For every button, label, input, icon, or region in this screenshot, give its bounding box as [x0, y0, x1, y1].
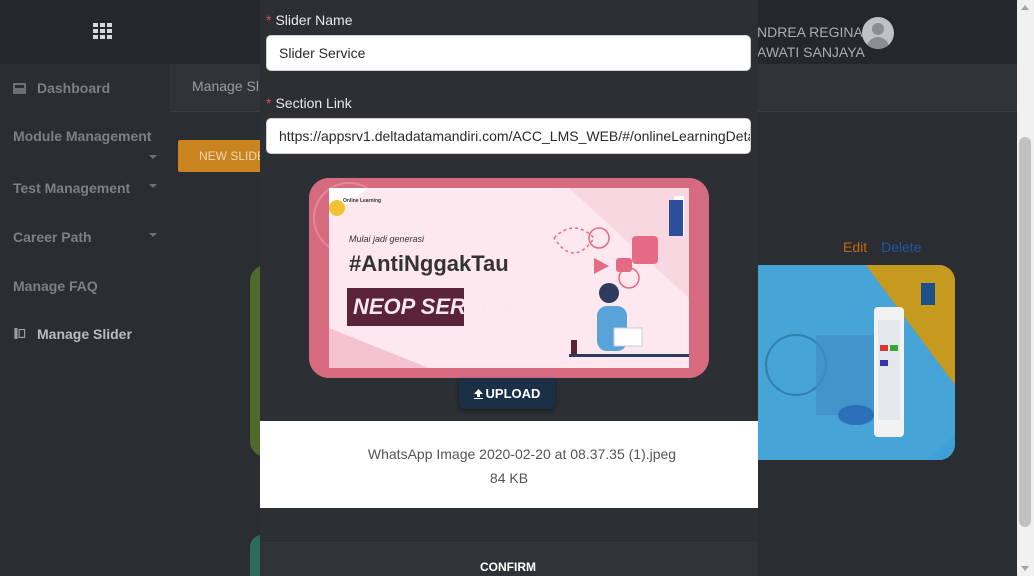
user-name[interactable]: NDREA REGINA AWATI SANJAYA — [757, 22, 865, 62]
preview-banner: NEOP SERVICE — [353, 294, 518, 319]
required-mark: * — [266, 12, 272, 28]
chevron-down-icon — [149, 184, 157, 188]
slider-image-preview: Online Learning Mulai jadi generasi #Ant… — [309, 178, 709, 378]
preview-line1: Mulai jadi generasi — [349, 234, 425, 244]
file-info-box — [260, 421, 758, 508]
scroll-up-icon[interactable] — [1021, 5, 1029, 10]
section-link-label-text: Section Link — [275, 95, 352, 111]
sidebar-item-dashboard[interactable]: Dashboard — [37, 80, 110, 96]
file-name: WhatsApp Image 2020-02-20 at 08.37.35 (1… — [367, 446, 677, 462]
sidebar-item-career-path[interactable]: Career Path — [13, 229, 92, 245]
avatar-head — [872, 23, 884, 35]
sidebar-item-manage-slider[interactable]: Manage Slider — [37, 326, 132, 342]
preview-badge: Online Learning — [343, 198, 382, 204]
user-name-line1: NDREA REGINA — [757, 24, 863, 40]
preview-hashtag: #AntiNggakTau — [349, 251, 509, 276]
sidebar-item-manage-faq[interactable]: Manage FAQ — [13, 278, 98, 294]
file-size: 84 KB — [489, 470, 529, 486]
sidebar-item-test-management[interactable]: Test Management — [13, 180, 130, 196]
dashboard-icon — [13, 83, 26, 94]
scrollbar-thumb[interactable] — [1019, 137, 1031, 527]
scroll-down-icon[interactable] — [1021, 566, 1029, 571]
section-link-input[interactable]: https://appsrv1.deltadatamandiri.com/ACC… — [266, 118, 751, 154]
upload-button-label: UPLOAD — [485, 386, 541, 401]
user-name-line2: AWATI SANJAYA — [757, 44, 865, 60]
chevron-down-icon — [149, 155, 157, 159]
chevron-down-icon — [149, 233, 157, 237]
preview-artwork — [309, 178, 709, 378]
upload-icon — [473, 388, 483, 399]
apps-grid-icon[interactable] — [93, 23, 113, 39]
upload-button[interactable]: UPLOAD — [459, 378, 555, 409]
avatar[interactable] — [862, 17, 894, 49]
breadcrumb: Manage Sl — [192, 78, 259, 94]
slider-name-label: * Slider Name — [266, 12, 352, 28]
edit-link[interactable]: Edit — [843, 239, 867, 255]
sidebar-item-module-management[interactable]: Module Management — [13, 128, 151, 144]
section-link-label: * Section Link — [266, 95, 352, 111]
slider-name-label-text: Slider Name — [275, 12, 353, 28]
confirm-button[interactable]: CONFIRM — [458, 558, 558, 576]
avatar-body — [867, 37, 889, 49]
delete-link[interactable]: Delete — [881, 239, 921, 255]
new-slider-button[interactable]: NEW SLIDE — [178, 140, 268, 172]
slider-name-input[interactable]: Slider Service — [266, 35, 751, 71]
slider-icon — [14, 328, 26, 339]
slider-card-image — [756, 265, 955, 460]
required-mark: * — [266, 95, 272, 111]
